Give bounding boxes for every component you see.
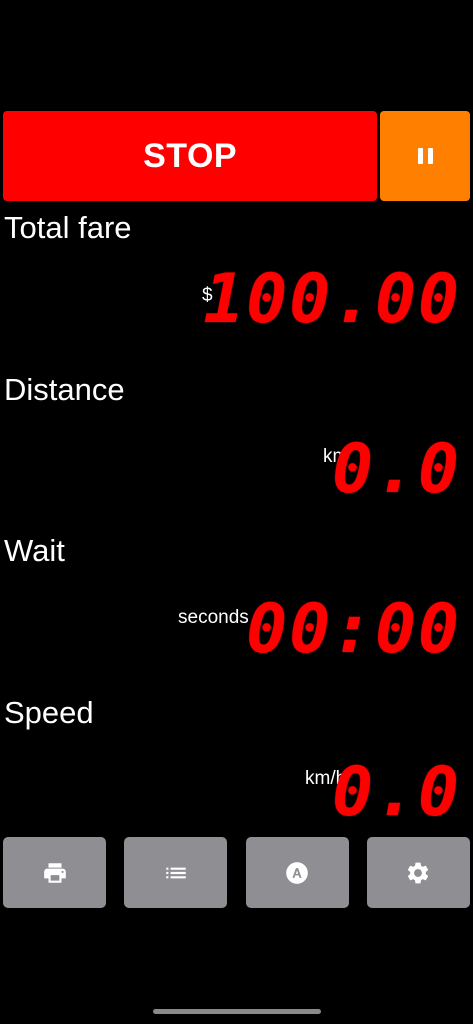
distance-display: 0.0	[332, 430, 461, 509]
list-icon	[166, 867, 186, 878]
account-button[interactable]	[245, 837, 349, 908]
pause-button[interactable]	[380, 111, 470, 201]
list-button[interactable]	[124, 837, 228, 908]
fare-display: 100.00	[203, 260, 461, 339]
gear-icon	[408, 862, 429, 883]
speed-label: Speed	[4, 695, 94, 730]
home-indicator[interactable]	[153, 1009, 321, 1014]
settings-button[interactable]	[366, 837, 470, 908]
toolbar	[3, 837, 470, 908]
stop-button[interactable]: STOP	[3, 111, 378, 201]
wait-unit: seconds	[178, 607, 249, 628]
control-bar: STOP	[3, 111, 470, 201]
pause-icon	[417, 148, 433, 164]
total-fare-label: Total fare	[4, 210, 132, 245]
distance-label: Distance	[4, 372, 125, 407]
speed-display: 0.0	[332, 753, 461, 832]
account-circle-icon	[286, 861, 308, 884]
printer-icon	[43, 862, 66, 883]
wait-display: 00:00	[246, 590, 461, 669]
print-button[interactable]	[3, 837, 106, 908]
wait-label: Wait	[4, 533, 65, 568]
